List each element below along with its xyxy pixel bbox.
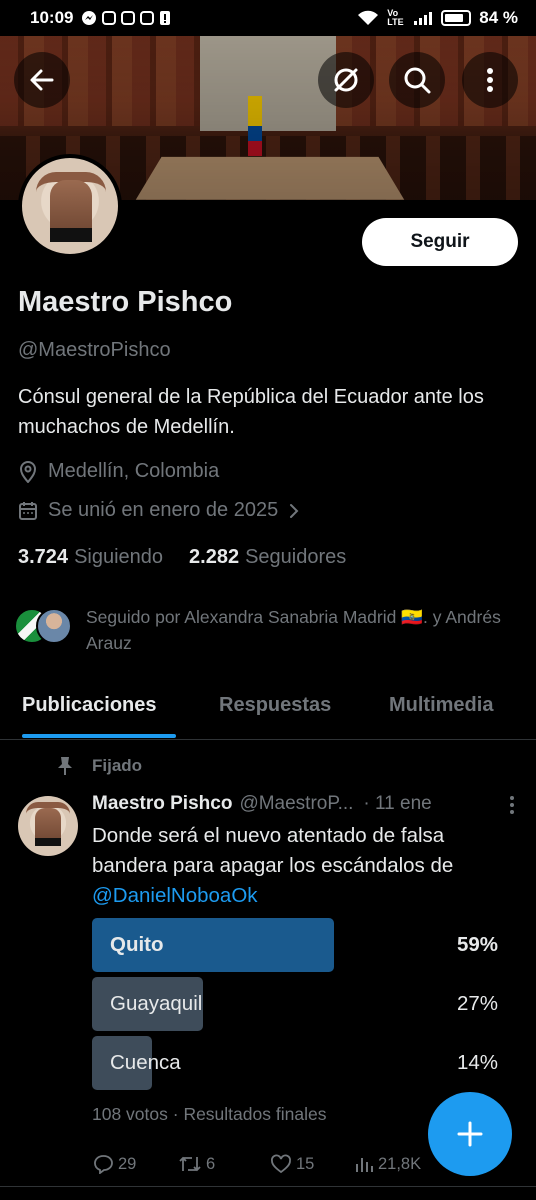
chevron-right-icon[interactable] (288, 502, 300, 520)
following-link[interactable]: 3.724 Siguiendo (18, 546, 163, 569)
tweet-author-name[interactable]: Maestro Pishco (92, 793, 232, 815)
profile-stats: 3.724 Siguiendo 2.282 Seguidores (18, 546, 346, 569)
tweet-text: Donde será el nuevo atentado de falsa ba… (92, 821, 512, 911)
poll-option: Cuenca 14% (92, 1036, 502, 1090)
compose-button[interactable] (428, 1092, 512, 1176)
repost-count: 6 (206, 1154, 216, 1173)
poll: Quito 59% Guayaquil 27% Cuenca 14% (92, 918, 502, 1095)
plus-icon (457, 1121, 483, 1147)
instagram-icon (102, 11, 117, 25)
profile-location: Medellín, Colombia (18, 460, 219, 483)
views-button[interactable]: 21,8K (354, 1154, 421, 1174)
profile-bio: Cónsul general de la República del Ecuad… (18, 386, 484, 438)
tab-multimedia[interactable]: Multimedia (389, 694, 493, 717)
notification-icons (81, 10, 171, 26)
following-label: Siguiendo (74, 546, 164, 568)
battery-percent: 84 % (479, 8, 518, 27)
tweet-author-handle[interactable]: @MaestroP... (239, 793, 353, 815)
messenger-icon (81, 10, 97, 26)
poll-option-label: Cuenca (110, 1051, 181, 1074)
tweet-header: Maestro Pishco @MaestroP... · 11 ene (92, 793, 522, 815)
like-button[interactable]: 15 (270, 1154, 314, 1174)
poll-option-percent: 14% (456, 1051, 498, 1074)
alert-icon (159, 10, 171, 26)
back-button[interactable] (14, 52, 70, 108)
poll-option-label: Quito (110, 933, 164, 956)
profile-tabs: Publicaciones Respuestas Multimedia (0, 684, 536, 740)
tab-publicaciones[interactable]: Publicaciones (22, 694, 157, 717)
signal-icon (413, 10, 433, 26)
grok-icon (334, 68, 358, 92)
tweet-more-button[interactable] (502, 794, 522, 814)
followers-label: Seguidores (245, 546, 347, 568)
calendar-icon (19, 501, 37, 520)
poll-option-label: Guayaquil (110, 992, 203, 1015)
reply-count: 29 (118, 1154, 137, 1173)
active-tab-indicator (22, 734, 176, 738)
reply-button[interactable]: 29 (92, 1154, 136, 1174)
poll-option-percent: 59% (456, 933, 498, 956)
system-icons: Vo LTE 84 % (357, 8, 518, 28)
poll-option: Quito 59% (92, 918, 502, 972)
follow-button[interactable]: Seguir (362, 218, 518, 266)
poll-meta: 108 votos · Resultados finales (92, 1104, 327, 1124)
location-text: Medellín, Colombia (48, 460, 220, 482)
like-count: 15 (296, 1154, 315, 1173)
followers-link[interactable]: 2.282 Seguidores (189, 546, 346, 569)
profile-handle: @MaestroPishco (18, 339, 171, 361)
instagram-icon (140, 11, 155, 25)
joined-text: Se unió en enero de 2025 (48, 499, 279, 521)
arrow-left-icon (30, 69, 54, 91)
grok-button[interactable] (318, 52, 374, 108)
following-count: 3.724 (18, 546, 69, 568)
avatar (36, 608, 72, 644)
followed-by-text: Seguido por Alexandra Sanabria Madrid 🇪🇨… (86, 607, 501, 653)
more-options-button[interactable] (462, 52, 518, 108)
tab-respuestas[interactable]: Respuestas (219, 694, 331, 717)
followed-by-avatars (14, 604, 76, 644)
profile-joined: Se unió en enero de 2025 (18, 499, 300, 522)
wifi-icon (357, 10, 379, 26)
tweet-author-avatar[interactable] (18, 796, 78, 856)
status-bar: 10:09 Vo LTE 84 % (0, 0, 536, 36)
tweet-date[interactable]: · 11 ene (363, 793, 431, 815)
volte-label: Vo LTE (387, 8, 404, 27)
views-count: 21,8K (378, 1154, 422, 1173)
poll-option-percent: 27% (456, 992, 498, 1015)
instagram-icon (121, 11, 136, 25)
followed-by[interactable]: Seguido por Alexandra Sanabria Madrid 🇪🇨… (14, 604, 526, 656)
search-button[interactable] (389, 52, 445, 108)
battery-icon (441, 10, 472, 26)
pin-icon (58, 757, 72, 775)
poll-option: Guayaquil 27% (92, 977, 502, 1031)
status-time: 10:09 (30, 8, 74, 27)
views-icon (356, 1158, 373, 1172)
repost-button[interactable]: 6 (178, 1154, 215, 1174)
search-icon (404, 67, 431, 94)
pinned-text: Fijado (92, 756, 143, 775)
profile-avatar[interactable] (18, 154, 122, 258)
more-vertical-icon (487, 68, 493, 92)
pinned-label: Fijado (56, 756, 142, 776)
profile-name: Maestro Pishco (18, 286, 233, 318)
tweet-body: Donde será el nuevo atentado de falsa ba… (92, 824, 454, 877)
repost-icon (179, 1156, 201, 1172)
system-nav-bar (0, 1186, 536, 1200)
heart-icon (271, 1154, 291, 1174)
followers-count: 2.282 (189, 546, 240, 568)
reply-icon (94, 1155, 113, 1174)
tweet-mention[interactable]: @DanielNoboaOk (92, 884, 258, 907)
location-pin-icon (19, 460, 37, 483)
